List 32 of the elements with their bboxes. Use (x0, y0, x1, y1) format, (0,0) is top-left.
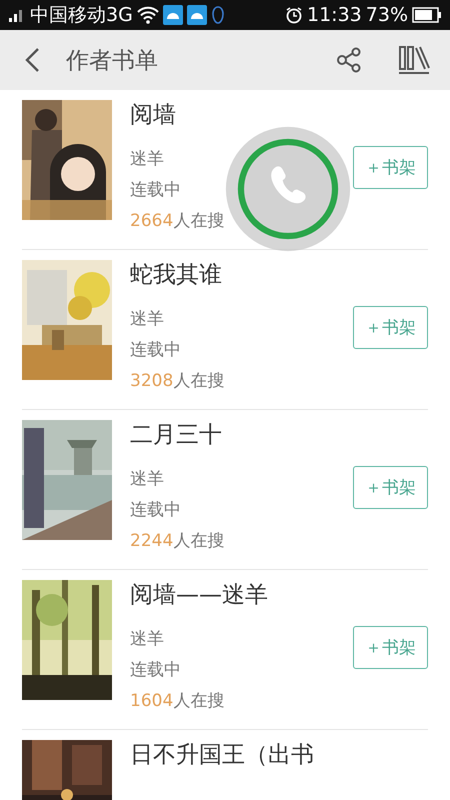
share-button[interactable] (336, 47, 362, 73)
author-name: 迷羊 (130, 148, 165, 171)
search-count-label: 人在搜 (173, 370, 224, 393)
battery-percent: 73% (366, 4, 408, 26)
serial-status: 连载中 (130, 499, 182, 522)
alarm-icon (285, 6, 303, 24)
author-name: 迷羊 (130, 308, 165, 331)
book-title[interactable]: 阅墙——迷羊 (130, 580, 335, 610)
search-count-label: 人在搜 (173, 210, 224, 233)
search-count-label: 人在搜 (173, 690, 224, 713)
page-title: 作者书单 (66, 46, 159, 76)
author-name: 迷羊 (130, 468, 165, 491)
search-count: 2664 (130, 210, 174, 233)
book-title[interactable]: 日不升国王（出书 (130, 740, 428, 770)
book-title[interactable]: 阅墙 (130, 100, 335, 130)
book-title[interactable]: 二月三十 (130, 420, 335, 450)
search-count: 2244 (130, 530, 174, 553)
serial-status: 连载中 (130, 659, 182, 682)
serial-status: 连载中 (130, 339, 182, 362)
search-count: 3208 (130, 370, 174, 393)
floating-call-button[interactable] (225, 126, 351, 252)
author-name: 迷羊 (130, 628, 165, 651)
wifi-icon (136, 6, 159, 24)
battery-icon (412, 7, 442, 23)
serial-status: 连载中 (130, 179, 182, 202)
search-count-label: 人在搜 (173, 530, 224, 553)
book-title[interactable]: 蛇我其谁 (130, 260, 335, 290)
bookshelf-button[interactable] (398, 45, 430, 75)
search-count: 1604 (130, 690, 174, 713)
back-button[interactable] (24, 47, 40, 73)
carrier-name: 中国移动3G (30, 3, 133, 28)
clock-time: 11:33 (307, 4, 362, 26)
